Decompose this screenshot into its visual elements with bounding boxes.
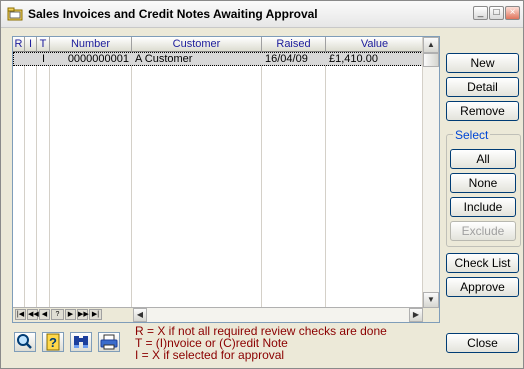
invoices-approval-window: Sales Invoices and Credit Notes Awaiting…	[0, 0, 524, 369]
cell-i	[27, 53, 37, 65]
column-header-value[interactable]: Value	[326, 37, 424, 52]
binoculars-icon	[74, 336, 88, 348]
column-divider	[131, 52, 132, 309]
search-icon	[17, 334, 32, 349]
column-divider	[325, 52, 326, 309]
approve-button[interactable]: Approve	[446, 277, 519, 297]
table-row[interactable]: I 0000000001 A Customer 16/04/09 £1,410.…	[13, 52, 425, 66]
column-header-t[interactable]: T	[37, 37, 50, 52]
legend-line-selected: I = X if selected for approval	[135, 348, 285, 362]
remove-button[interactable]: Remove	[446, 101, 519, 121]
close-icon: ×	[509, 7, 516, 18]
minimize-button[interactable]: _	[473, 6, 488, 20]
cell-r	[15, 53, 25, 65]
window-title: Sales Invoices and Credit Notes Awaiting…	[28, 7, 318, 21]
last-record-button[interactable]: ▶|	[89, 309, 102, 320]
cell-value: £1,410.00	[329, 53, 378, 65]
cell-raised: 16/04/09	[265, 53, 308, 65]
find-button[interactable]	[70, 332, 92, 352]
folder-icon	[7, 7, 23, 21]
detail-button[interactable]: Detail	[446, 77, 519, 97]
vertical-scrollbar[interactable]: ▲ ▼	[422, 37, 439, 308]
grid-navigation-bar: |◀ ◀◀ ◀ ? ▶ ▶▶ ▶| ◀ ▶	[13, 307, 439, 322]
help-icon: ?	[46, 333, 60, 351]
close-window-button[interactable]: ×	[505, 6, 520, 20]
column-divider	[261, 52, 262, 309]
cell-number: 0000000001	[67, 53, 129, 65]
check-list-button[interactable]: Check List	[446, 253, 519, 273]
invoice-grid[interactable]: R I T Number Customer Raised Value I 000…	[12, 36, 440, 323]
horizontal-scrollbar[interactable]: ◀ ▶	[133, 308, 423, 322]
first-record-button[interactable]: |◀	[15, 309, 26, 320]
arrow-up-icon: ▲	[427, 40, 435, 49]
minimize-icon: _	[477, 7, 484, 18]
cell-customer: A Customer	[135, 53, 193, 65]
exclude-button[interactable]: Exclude	[450, 221, 516, 241]
search-button[interactable]	[14, 332, 36, 352]
find-record-button[interactable]: ?	[51, 309, 64, 320]
column-header-i[interactable]: I	[25, 37, 37, 52]
next-record-button[interactable]: ▶	[65, 309, 76, 320]
scroll-up-button[interactable]: ▲	[423, 37, 439, 53]
next-page-button[interactable]: ▶▶	[77, 309, 89, 320]
column-header-number[interactable]: Number	[50, 37, 132, 52]
include-button[interactable]: Include	[450, 197, 516, 217]
new-button[interactable]: New	[446, 53, 519, 73]
prev-record-button[interactable]: ◀	[39, 309, 50, 320]
arrow-left-icon: ◀	[136, 310, 144, 319]
svg-text:?: ?	[49, 335, 57, 350]
print-button[interactable]	[98, 332, 120, 352]
cell-t: I	[42, 53, 46, 65]
select-group-label: Select	[453, 128, 491, 142]
help-button[interactable]: ?	[42, 332, 64, 352]
print-icon	[100, 334, 118, 350]
scroll-left-button[interactable]: ◀	[133, 308, 147, 322]
close-button[interactable]: Close	[446, 333, 519, 353]
title-bar[interactable]: Sales Invoices and Credit Notes Awaiting…	[1, 1, 523, 28]
column-header-customer[interactable]: Customer	[132, 37, 262, 52]
scroll-down-button[interactable]: ▼	[423, 292, 439, 308]
column-divider	[49, 52, 50, 309]
prev-page-button[interactable]: ◀◀	[27, 309, 39, 320]
column-header-r[interactable]: R	[13, 37, 25, 52]
column-divider	[36, 52, 37, 309]
maximize-icon: □	[493, 7, 500, 18]
select-all-button[interactable]: All	[450, 149, 516, 169]
scroll-thumb[interactable]	[423, 53, 439, 67]
scroll-right-button[interactable]: ▶	[409, 308, 423, 322]
select-none-button[interactable]: None	[450, 173, 516, 193]
arrow-down-icon: ▼	[427, 295, 435, 304]
arrow-right-icon: ▶	[412, 310, 420, 319]
maximize-button[interactable]: □	[489, 6, 504, 20]
column-header-raised[interactable]: Raised	[262, 37, 326, 52]
column-divider	[24, 52, 25, 309]
